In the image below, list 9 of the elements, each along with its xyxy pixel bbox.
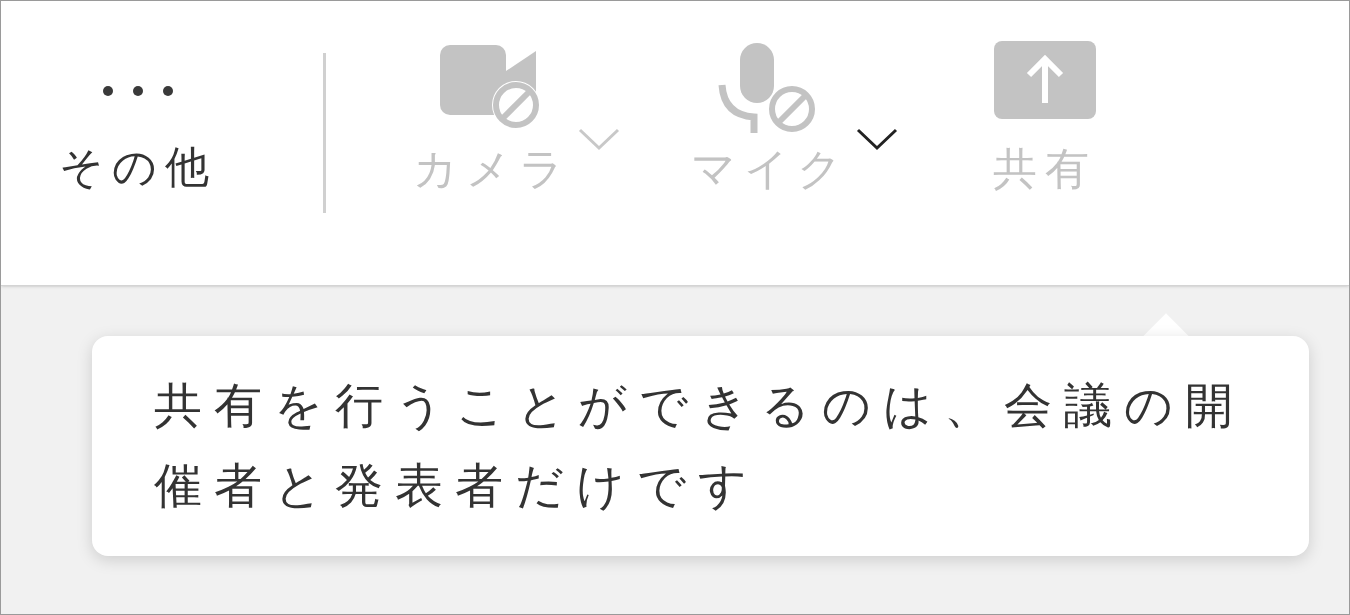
toolbar-label: 共有 [993,142,1097,196]
chevron-down-icon [577,127,621,151]
toolbar-label: マイク [690,142,850,196]
tooltip-text: 共有を行うことができるのは、会議の開催者と発表者だけです [154,376,1246,515]
chevron-down-icon [855,127,899,151]
toolbar-button[interactable]: その他 [53,1,223,201]
share-icon [994,41,1096,119]
toolbar-label: その他 [59,140,217,194]
toolbar-label: カメラ [412,142,572,196]
